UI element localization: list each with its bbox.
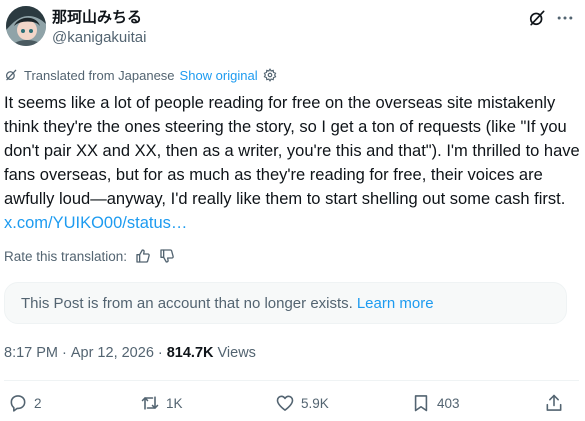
show-original-link[interactable]: Show original [180, 68, 258, 83]
reply-button[interactable]: 2 [8, 390, 42, 416]
rate-label: Rate this translation: [4, 248, 128, 264]
notice-text: This Post is from an account that no lon… [21, 294, 353, 312]
reply-icon [10, 395, 26, 412]
gear-icon[interactable] [263, 68, 277, 82]
views-count: 814.7K [166, 345, 214, 361]
divider [4, 380, 579, 381]
repost-icon [141, 396, 159, 410]
quoted-post-link[interactable]: x.com/YUIKO00/status… [4, 214, 187, 232]
repost-button[interactable]: 1K [140, 390, 183, 416]
display-name[interactable]: 那珂山みちる [52, 8, 146, 28]
post-time[interactable]: 8:17 PM [4, 345, 58, 361]
repost-count: 1K [166, 395, 183, 411]
like-button[interactable]: 5.9K [275, 390, 329, 416]
post-date[interactable]: Apr 12, 2026 [71, 345, 154, 361]
bookmark-icon [414, 395, 428, 412]
thumbs-up-icon[interactable] [135, 248, 151, 264]
deleted-account-notice: This Post is from an account that no lon… [4, 282, 567, 324]
post-body: It seems like a lot of people reading fo… [4, 94, 580, 208]
bookmark-count: 403 [437, 395, 460, 411]
action-bar: 2 1K 5.9K 403 [0, 390, 585, 416]
reply-count: 2 [34, 395, 42, 411]
learn-more-link[interactable]: Learn more [357, 295, 434, 312]
heart-icon [276, 395, 294, 411]
meta-separator: · [157, 345, 163, 361]
translation-bar: Translated from Japanese Show original [4, 66, 277, 84]
bookmark-button[interactable]: 403 [411, 390, 460, 416]
post-meta: 8:17 PM · Apr 12, 2026 · 814.7K Views [4, 343, 256, 363]
translate-icon [5, 69, 17, 81]
rate-translation: Rate this translation: [4, 246, 175, 266]
user-handle[interactable]: @kanigakuitai [52, 28, 146, 48]
share-icon [546, 394, 562, 411]
translated-label: Translated from Japanese [24, 67, 175, 83]
share-button[interactable] [544, 390, 564, 416]
avatar[interactable] [6, 6, 46, 46]
like-count: 5.9K [301, 395, 329, 411]
grok-icon[interactable] [527, 8, 547, 28]
post-text: It seems like a lot of people reading fo… [4, 91, 580, 235]
post-header: 那珂山みちる @kanigakuitai [6, 6, 579, 54]
more-icon[interactable] [555, 8, 575, 28]
views-label: Views [217, 345, 256, 361]
thumbs-down-icon[interactable] [159, 248, 175, 264]
user-info: 那珂山みちる @kanigakuitai [52, 8, 146, 48]
meta-separator: · [62, 345, 67, 361]
